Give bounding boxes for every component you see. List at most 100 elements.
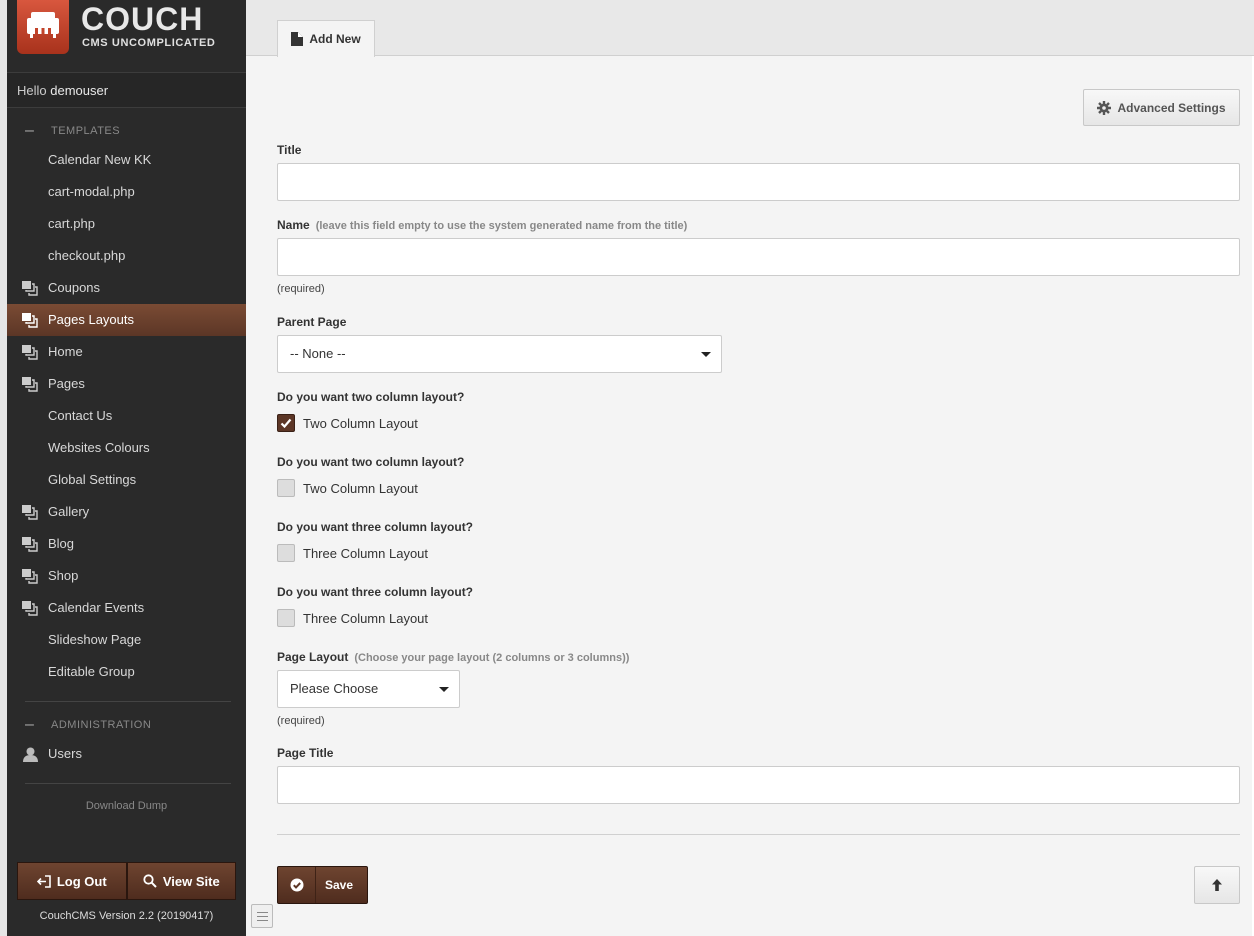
sidebar-item-calendar-new-kk[interactable]: Calendar New KK	[7, 144, 246, 176]
arrow-up-icon	[1212, 879, 1222, 891]
greeting-user: demouser	[50, 83, 109, 98]
question-label: Do you want two column layout?	[277, 390, 465, 404]
sidebar-item-cart-modal-php[interactable]: cart-modal.php	[7, 176, 246, 208]
two-column-checkbox-2[interactable]	[277, 479, 295, 497]
logout-button[interactable]: Log Out	[17, 862, 127, 900]
page-layout-select[interactable]: Please Choose	[277, 670, 460, 708]
page-layout-label-text: Page Layout	[277, 650, 349, 664]
chevron-down-icon	[439, 687, 449, 692]
search-icon	[143, 874, 157, 888]
sidebar-item-label: Calendar Events	[48, 600, 145, 615]
sidebar-item-coupons[interactable]: Coupons	[7, 272, 246, 304]
divider	[25, 701, 231, 702]
download-dump-link[interactable]: Download Dump	[7, 800, 246, 812]
document-icon	[291, 32, 304, 46]
pages-icon	[22, 601, 38, 616]
sidebar-item-label: Pages	[48, 376, 85, 391]
sidebar-item-cart-php[interactable]: cart.php	[7, 208, 246, 240]
sofa-icon	[27, 12, 59, 38]
pages-icon	[22, 505, 38, 520]
sidebar-item-websites-colours[interactable]: Websites Colours	[7, 432, 246, 464]
sidebar-item-contact-us[interactable]: Contact Us	[7, 400, 246, 432]
pages-icon	[22, 313, 38, 328]
two-column-checkbox[interactable]	[277, 414, 295, 432]
check-icon	[280, 418, 292, 429]
collapse-icon: –	[25, 716, 35, 733]
title-input[interactable]	[277, 163, 1240, 201]
templates-section-header[interactable]: – TEMPLATES	[7, 122, 246, 144]
divider	[25, 783, 231, 784]
required-note: (required)	[277, 715, 325, 727]
left-edge	[0, 0, 7, 936]
couch-logo[interactable]	[17, 0, 69, 54]
advanced-settings-label: Advanced Settings	[1117, 100, 1226, 115]
admin-section-header[interactable]: – ADMINISTRATION	[7, 716, 246, 738]
save-label: Save	[325, 878, 354, 892]
sidebar-item-label: Pages Layouts	[48, 312, 135, 327]
gear-icon	[1097, 100, 1112, 115]
sidebar-item-pages-layouts[interactable]: Pages Layouts	[7, 304, 246, 336]
parent-page-label: Parent Page	[277, 315, 347, 329]
name-label-text: Name	[277, 218, 310, 232]
page-layout-value: Please Choose	[290, 681, 379, 696]
question-label: Do you want three column layout?	[277, 585, 474, 599]
logout-icon	[36, 874, 51, 888]
templates-heading: TEMPLATES	[51, 125, 121, 137]
sidebar-actions: Log Out View Site	[17, 862, 236, 900]
brand-name: COUCH	[81, 1, 204, 37]
sidebar-item-label: Coupons	[48, 280, 101, 295]
scroll-top-button[interactable]	[1194, 866, 1240, 904]
name-input[interactable]	[277, 238, 1240, 276]
brand-tagline: CMS UNCOMPLICATED	[82, 37, 216, 49]
sidebar-item-label: cart-modal.php	[48, 184, 135, 199]
page-layout-label: Page Layout (Choose your page layout (2 c…	[277, 650, 629, 664]
checkbox-label: Two Column Layout	[303, 481, 418, 496]
check-circle-icon	[278, 867, 316, 903]
sidebar-item-label: Shop	[48, 568, 79, 583]
divider	[277, 834, 1240, 835]
view-site-button[interactable]: View Site	[126, 862, 236, 900]
advanced-settings-button[interactable]: Advanced Settings	[1083, 89, 1240, 126]
sidebar-item-label: Contact Us	[48, 408, 113, 423]
sidebar-item-editable-group[interactable]: Editable Group	[7, 656, 246, 688]
name-label: Name (leave this field empty to use the s…	[277, 218, 687, 232]
sidebar-item-label: checkout.php	[48, 248, 126, 263]
save-button[interactable]: Save	[277, 866, 368, 904]
sidebar-item-label: Home	[48, 344, 83, 359]
tab-label: Add New	[309, 32, 361, 46]
logout-label: Log Out	[56, 873, 107, 889]
pages-icon	[22, 281, 38, 296]
sidebar-item-users[interactable]: Users	[7, 738, 246, 770]
sidebar-item-home[interactable]: Home	[7, 336, 246, 368]
pages-icon	[22, 345, 38, 360]
page-title-input[interactable]	[277, 766, 1240, 804]
admin-heading: ADMINISTRATION	[51, 719, 152, 731]
pages-icon	[22, 537, 38, 552]
sidebar-item-label: Editable Group	[48, 664, 135, 679]
three-column-checkbox[interactable]	[277, 544, 295, 562]
collapse-icon: –	[25, 122, 35, 139]
parent-page-select[interactable]: -- None --	[277, 335, 722, 373]
sidebar-item-global-settings[interactable]: Global Settings	[7, 464, 246, 496]
sidebar-toggle-handle[interactable]	[251, 904, 273, 928]
sidebar-item-blog[interactable]: Blog	[7, 528, 246, 560]
question-label: Do you want two column layout?	[277, 455, 465, 469]
name-hint: (leave this field empty to use the syste…	[315, 220, 688, 232]
three-column-checkbox-2[interactable]	[277, 609, 295, 627]
sidebar-item-checkout-php[interactable]: checkout.php	[7, 240, 246, 272]
title-label: Title	[277, 143, 302, 157]
pages-icon	[22, 569, 38, 584]
sidebar-item-calendar-events[interactable]: Calendar Events	[7, 592, 246, 624]
required-note: (required)	[277, 283, 325, 295]
sidebar-item-slideshow-page[interactable]: Slideshow Page	[7, 624, 246, 656]
sidebar-item-label: cart.php	[48, 216, 95, 231]
sidebar-item-shop[interactable]: Shop	[7, 560, 246, 592]
parent-page-value: -- None --	[290, 346, 346, 361]
sidebar-item-gallery[interactable]: Gallery	[7, 496, 246, 528]
sidebar: COUCH CMS UNCOMPLICATED Hello demouser –…	[7, 0, 246, 936]
greeting-prefix: Hello	[17, 83, 47, 98]
sidebar-item-pages[interactable]: Pages	[7, 368, 246, 400]
tab-add-new[interactable]: Add New	[277, 20, 375, 57]
greeting: Hello demouser	[7, 72, 246, 108]
page-title-label: Page Title	[277, 746, 334, 760]
